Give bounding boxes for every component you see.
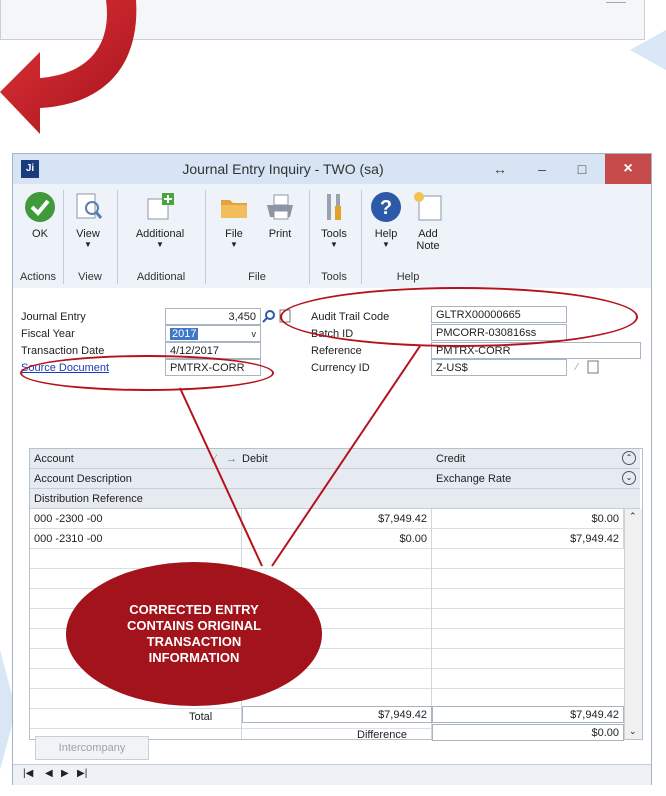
callout-line-1: CORRECTED ENTRY [129,602,259,617]
callout-line-4: INFORMATION [148,650,240,665]
callout-line-2: CONTAINS ORIGINAL [126,618,262,633]
callout-bubble: CORRECTED ENTRY CONTAINS ORIGINAL TRANSA… [66,562,322,706]
callout-line-3: TRANSACTION [146,634,242,649]
